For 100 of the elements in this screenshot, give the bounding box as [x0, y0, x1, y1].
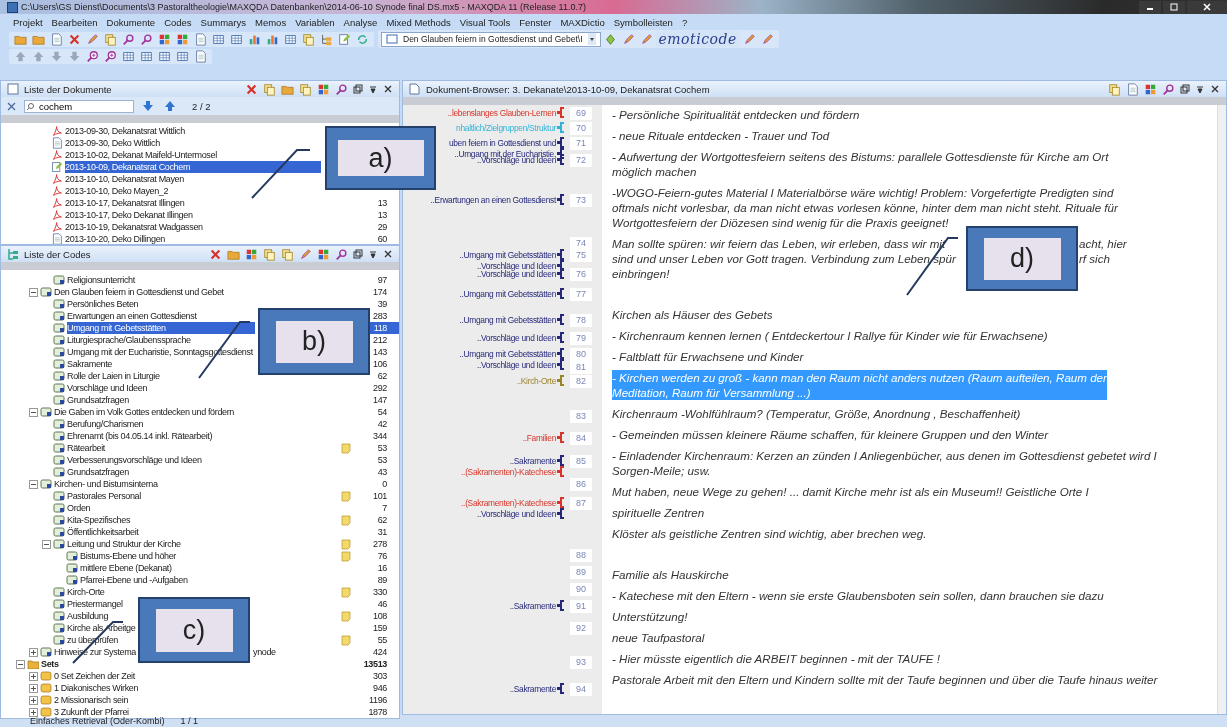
code-name[interactable]: Die Gaben im Volk Gottes entdecken und fördern [54, 406, 234, 418]
search-icon[interactable] [1162, 82, 1175, 96]
code-name[interactable]: Kirch-Orte [67, 586, 105, 598]
pen-icon[interactable] [299, 247, 312, 261]
coding-stripe-icon[interactable] [557, 137, 564, 148]
document-name[interactable]: 2013-10-02, Dekanat Maifeld-Untermosel [65, 149, 217, 161]
document-name[interactable]: 2013-09-30, Deko Wittlich [65, 137, 160, 149]
menu-item[interactable]: Variablen [291, 16, 340, 28]
search-field[interactable]: cochem [24, 99, 134, 113]
code-name[interactable]: Liturgiesprache/Glaubenssprache [67, 334, 191, 346]
code-name[interactable]: Persönliches Beten [67, 298, 139, 310]
pin-icon[interactable] [1195, 84, 1205, 94]
scrollbar[interactable] [1217, 105, 1226, 714]
menu-item[interactable]: Codes [160, 16, 197, 28]
restore-icon[interactable] [1180, 84, 1190, 94]
menu-item[interactable]: Memos [251, 16, 292, 28]
close-icon[interactable] [1210, 84, 1220, 94]
code-name[interactable]: Verbesserungsvorschläge und Ideen [67, 454, 202, 466]
code-label[interactable]: ..Vorschläge und Ideen [476, 332, 556, 343]
code-label[interactable]: ..(Sakramenten)-Katechese [461, 466, 556, 477]
pin-icon[interactable] [368, 249, 378, 259]
document-name[interactable]: 2013-10-20, Deko Dillingen [65, 233, 165, 244]
code-label[interactable]: ..Vorschläge und Ideen [476, 260, 556, 271]
copy-icon[interactable] [299, 82, 312, 96]
cross-icon[interactable] [245, 82, 258, 96]
code-name[interactable]: Kita-Spezifisches [67, 514, 131, 526]
code-name[interactable]: Religionsunterricht [67, 274, 135, 286]
code-name[interactable]: 3 Zukunft der Pfarrei [54, 706, 129, 718]
code-label[interactable]: ..Umgang mit Gebetsstätten [459, 348, 556, 359]
table-icon[interactable] [176, 49, 189, 63]
code-selector[interactable]: Den Glauben feiern in Gottesdienst und Gebet\I [381, 31, 601, 47]
cycle-icon[interactable] [356, 32, 369, 46]
code-name[interactable]: Sakramente [67, 358, 113, 370]
search-icon[interactable] [122, 32, 135, 46]
pen-icon[interactable] [621, 32, 635, 46]
pen-icon[interactable] [86, 32, 99, 46]
code-name[interactable]: Priestermangel [67, 598, 123, 610]
coding-stripe-icon[interactable] [557, 314, 564, 325]
menu-item[interactable]: Symbolleisten [609, 16, 678, 28]
close-icon[interactable] [383, 84, 393, 94]
menu-item[interactable]: Fenster [515, 16, 557, 28]
coding-stripe-icon[interactable] [557, 194, 564, 205]
search-icon[interactable] [335, 247, 348, 261]
code-label[interactable]: ..Sakramente [509, 683, 556, 694]
search-icon[interactable] [140, 32, 153, 46]
document-name[interactable]: 2013-10-19, Dekanatsrat Wadgassen [65, 221, 203, 233]
close-button[interactable] [1187, 0, 1227, 14]
code-name[interactable]: ynode [253, 646, 276, 658]
edit-document-icon[interactable] [338, 32, 351, 46]
copy-icon[interactable] [302, 32, 315, 46]
coding-stripe-icon[interactable] [557, 249, 564, 260]
pin-icon[interactable] [368, 84, 378, 94]
code-label[interactable]: ..lebenslanges Glauben-Lernen [447, 107, 556, 118]
code-name[interactable]: Berufung/Charismen [67, 418, 144, 430]
copy-icon[interactable] [263, 247, 276, 261]
squares-icon[interactable] [158, 32, 171, 46]
code-label[interactable]: ..(Sakramenten)-Katechese [461, 497, 556, 508]
squares-icon[interactable] [245, 247, 258, 261]
restore-icon[interactable] [353, 249, 363, 259]
squares-icon[interactable] [176, 32, 189, 46]
document-name[interactable]: 2013-10-09, Dekanatsrat Cochem [65, 161, 321, 173]
coding-stripe-icon[interactable] [557, 600, 564, 611]
minimize-button[interactable] [1139, 0, 1161, 14]
zoom-in-icon[interactable] [86, 49, 99, 63]
table-icon[interactable] [158, 49, 171, 63]
code-label[interactable]: ..Umgang mit Gebetsstätten [459, 288, 556, 299]
pen-icon[interactable] [760, 32, 774, 46]
collapse-toggle[interactable] [16, 659, 25, 669]
copy-icon[interactable] [1108, 82, 1121, 96]
code-name[interactable]: Vorschläge und Ideen [67, 382, 148, 394]
cross-icon[interactable] [209, 247, 222, 261]
copy-icon[interactable] [263, 82, 276, 96]
search-icon[interactable] [335, 82, 348, 96]
arrow-up-icon[interactable] [164, 100, 176, 112]
collapse-toggle[interactable] [42, 539, 51, 549]
code-name[interactable]: Grundsatzfragen [67, 394, 129, 406]
code-label[interactable]: ..Umgang mit Gebetsstätten [459, 314, 556, 325]
coding-stripe-icon[interactable] [557, 455, 564, 466]
coding-stripe-icon[interactable] [557, 332, 564, 343]
cross-icon[interactable] [68, 32, 81, 46]
code-name[interactable]: Pfarrei-Ebene und -Aufgaben [80, 574, 188, 586]
document-icon[interactable] [1126, 82, 1139, 96]
diamond-icon[interactable] [603, 32, 617, 46]
code-name[interactable]: 1 Diakonisches Wirken [54, 682, 139, 694]
document-name[interactable]: 2013-10-10, Deko Mayen_2 [65, 185, 169, 197]
code-label[interactable]: ..Erwartungen an einen Gottesdienst [430, 194, 556, 205]
expand-toggle[interactable] [29, 707, 38, 717]
menu-item[interactable]: ? [677, 16, 693, 28]
code-label[interactable]: ..Sakramente [509, 455, 556, 466]
document-icon[interactable] [194, 49, 207, 63]
menu-item[interactable]: Bearbeiten [47, 16, 103, 28]
menu-item[interactable]: MAXDictio [556, 16, 610, 28]
table-icon[interactable] [230, 32, 243, 46]
code-label[interactable]: ..Umgang mit Gebetsstätten [459, 249, 556, 260]
menu-item[interactable]: Visual Tools [455, 16, 516, 28]
menu-item[interactable]: Summarys [196, 16, 251, 28]
code-name[interactable]: Sets [41, 658, 59, 670]
expand-toggle[interactable] [29, 695, 38, 705]
table-icon[interactable] [212, 32, 225, 46]
coding-stripe-icon[interactable] [557, 683, 564, 694]
